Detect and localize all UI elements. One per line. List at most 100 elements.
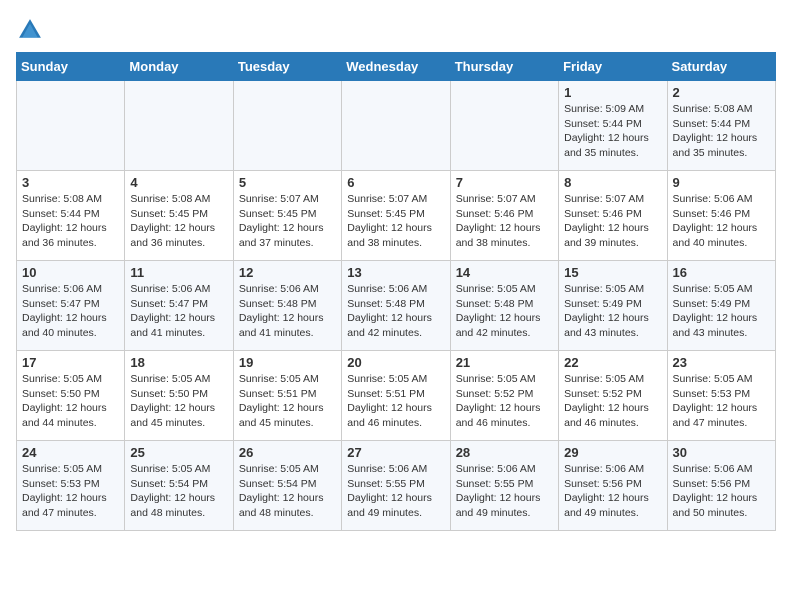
calendar-cell: 14Sunrise: 5:05 AM Sunset: 5:48 PM Dayli… [450, 261, 558, 351]
calendar-cell: 8 Sunrise: 5:07 AM Sunset: 5:46 PM Daylig… [559, 171, 667, 261]
day-number: 17 [22, 355, 119, 370]
day-number: 24 [22, 445, 119, 460]
weekday-header-thursday: Thursday [450, 53, 558, 81]
calendar-cell: 22 Sunrise: 5:05 AM Sunset: 5:52 PM Dayli… [559, 351, 667, 441]
calendar-cell [450, 81, 558, 171]
calendar-cell: 15 Sunrise: 5:05 AM Sunset: 5:49 PM Dayli… [559, 261, 667, 351]
day-number: 28 [456, 445, 553, 460]
day-info: Sunrise: 5:05 AM Sunset: 5:51 PM Dayligh… [239, 372, 336, 431]
calendar-body: 1 Sunrise: 5:09 AM Sunset: 5:44 PM Daylig… [17, 81, 776, 531]
calendar-cell: 6 Sunrise: 5:07 AM Sunset: 5:45 PM Daylig… [342, 171, 450, 261]
day-info: Sunrise: 5:05 AM Sunset: 5:49 PM Dayligh… [564, 282, 661, 341]
day-number: 4 [130, 175, 227, 190]
day-info: Sunrise: 5:07 AM Sunset: 5:45 PM Dayligh… [239, 192, 336, 251]
calendar-cell: 11 Sunrise: 5:06 AM Sunset: 5:47 PM Dayli… [125, 261, 233, 351]
day-info: Sunrise: 5:08 AM Sunset: 5:44 PM Dayligh… [22, 192, 119, 251]
calendar-cell: 24 Sunrise: 5:05 AM Sunset: 5:53 PM Dayli… [17, 441, 125, 531]
day-number: 15 [564, 265, 661, 280]
calendar-cell: 17 Sunrise: 5:05 AM Sunset: 5:50 PM Dayli… [17, 351, 125, 441]
day-number: 1 [564, 85, 661, 100]
day-number: 8 [564, 175, 661, 190]
day-info: Sunrise: 5:05 AM Sunset: 5:51 PM Dayligh… [347, 372, 444, 431]
weekday-header-wednesday: Wednesday [342, 53, 450, 81]
day-number: 2 [673, 85, 770, 100]
weekday-header-friday: Friday [559, 53, 667, 81]
day-number: 25 [130, 445, 227, 460]
calendar-cell: 3 Sunrise: 5:08 AM Sunset: 5:44 PM Daylig… [17, 171, 125, 261]
day-number: 23 [673, 355, 770, 370]
calendar-cell: 16 Sunrise: 5:05 AM Sunset: 5:49 PM Dayli… [667, 261, 775, 351]
calendar-cell: 29 Sunrise: 5:06 AM Sunset: 5:56 PM Dayli… [559, 441, 667, 531]
day-number: 21 [456, 355, 553, 370]
day-info: Sunrise: 5:05 AM Sunset: 5:49 PM Dayligh… [673, 282, 770, 341]
calendar-cell: 10Sunrise: 5:06 AM Sunset: 5:47 PM Dayli… [17, 261, 125, 351]
calendar-cell: 1 Sunrise: 5:09 AM Sunset: 5:44 PM Daylig… [559, 81, 667, 171]
calendar-cell: 2 Sunrise: 5:08 AM Sunset: 5:44 PM Daylig… [667, 81, 775, 171]
day-info: Sunrise: 5:08 AM Sunset: 5:45 PM Dayligh… [130, 192, 227, 251]
calendar-cell: 7 Sunrise: 5:07 AM Sunset: 5:46 PM Daylig… [450, 171, 558, 261]
page-header [16, 16, 776, 44]
day-number: 22 [564, 355, 661, 370]
day-number: 6 [347, 175, 444, 190]
day-number: 14 [456, 265, 553, 280]
calendar-cell: 12 Sunrise: 5:06 AM Sunset: 5:48 PM Dayli… [233, 261, 341, 351]
weekday-header-monday: Monday [125, 53, 233, 81]
day-number: 12 [239, 265, 336, 280]
calendar-cell [233, 81, 341, 171]
calendar-cell [125, 81, 233, 171]
day-info: Sunrise: 5:06 AM Sunset: 5:56 PM Dayligh… [673, 462, 770, 521]
day-info: Sunrise: 5:06 AM Sunset: 5:55 PM Dayligh… [456, 462, 553, 521]
day-number: 26 [239, 445, 336, 460]
day-number: 3 [22, 175, 119, 190]
calendar-table: SundayMondayTuesdayWednesdayThursdayFrid… [16, 52, 776, 531]
calendar-week-1: 1 Sunrise: 5:09 AM Sunset: 5:44 PM Daylig… [17, 81, 776, 171]
calendar-cell: 23Sunrise: 5:05 AM Sunset: 5:53 PM Dayli… [667, 351, 775, 441]
day-info: Sunrise: 5:05 AM Sunset: 5:50 PM Dayligh… [130, 372, 227, 431]
day-number: 19 [239, 355, 336, 370]
day-number: 20 [347, 355, 444, 370]
logo-icon [16, 16, 44, 44]
day-number: 29 [564, 445, 661, 460]
weekday-header-sunday: Sunday [17, 53, 125, 81]
calendar-cell: 19 Sunrise: 5:05 AM Sunset: 5:51 PM Dayli… [233, 351, 341, 441]
day-number: 13 [347, 265, 444, 280]
day-info: Sunrise: 5:08 AM Sunset: 5:44 PM Dayligh… [673, 102, 770, 161]
calendar-week-2: 3 Sunrise: 5:08 AM Sunset: 5:44 PM Daylig… [17, 171, 776, 261]
calendar-cell: 20 Sunrise: 5:05 AM Sunset: 5:51 PM Dayli… [342, 351, 450, 441]
calendar-cell: 21Sunrise: 5:05 AM Sunset: 5:52 PM Dayli… [450, 351, 558, 441]
day-info: Sunrise: 5:07 AM Sunset: 5:45 PM Dayligh… [347, 192, 444, 251]
day-info: Sunrise: 5:09 AM Sunset: 5:44 PM Dayligh… [564, 102, 661, 161]
day-info: Sunrise: 5:07 AM Sunset: 5:46 PM Dayligh… [456, 192, 553, 251]
calendar-week-3: 10Sunrise: 5:06 AM Sunset: 5:47 PM Dayli… [17, 261, 776, 351]
calendar-cell: 30 Sunrise: 5:06 AM Sunset: 5:56 PM Dayli… [667, 441, 775, 531]
calendar-cell: 25Sunrise: 5:05 AM Sunset: 5:54 PM Dayli… [125, 441, 233, 531]
day-info: Sunrise: 5:06 AM Sunset: 5:48 PM Dayligh… [239, 282, 336, 341]
calendar-week-5: 24 Sunrise: 5:05 AM Sunset: 5:53 PM Dayli… [17, 441, 776, 531]
day-info: Sunrise: 5:05 AM Sunset: 5:50 PM Dayligh… [22, 372, 119, 431]
day-number: 7 [456, 175, 553, 190]
day-info: Sunrise: 5:06 AM Sunset: 5:46 PM Dayligh… [673, 192, 770, 251]
calendar-cell: 5 Sunrise: 5:07 AM Sunset: 5:45 PM Daylig… [233, 171, 341, 261]
day-info: Sunrise: 5:05 AM Sunset: 5:54 PM Dayligh… [239, 462, 336, 521]
day-info: Sunrise: 5:05 AM Sunset: 5:53 PM Dayligh… [22, 462, 119, 521]
day-info: Sunrise: 5:06 AM Sunset: 5:47 PM Dayligh… [130, 282, 227, 341]
weekday-header-tuesday: Tuesday [233, 53, 341, 81]
calendar-cell [342, 81, 450, 171]
day-info: Sunrise: 5:06 AM Sunset: 5:56 PM Dayligh… [564, 462, 661, 521]
calendar-cell: 27 Sunrise: 5:06 AM Sunset: 5:55 PM Dayli… [342, 441, 450, 531]
day-info: Sunrise: 5:05 AM Sunset: 5:52 PM Dayligh… [564, 372, 661, 431]
calendar-cell: 28 Sunrise: 5:06 AM Sunset: 5:55 PM Dayli… [450, 441, 558, 531]
day-number: 30 [673, 445, 770, 460]
day-info: Sunrise: 5:07 AM Sunset: 5:46 PM Dayligh… [564, 192, 661, 251]
day-info: Sunrise: 5:06 AM Sunset: 5:55 PM Dayligh… [347, 462, 444, 521]
weekday-header-saturday: Saturday [667, 53, 775, 81]
calendar-cell: 13Sunrise: 5:06 AM Sunset: 5:48 PM Dayli… [342, 261, 450, 351]
day-info: Sunrise: 5:06 AM Sunset: 5:47 PM Dayligh… [22, 282, 119, 341]
day-number: 16 [673, 265, 770, 280]
calendar-cell: 9Sunrise: 5:06 AM Sunset: 5:46 PM Daylig… [667, 171, 775, 261]
calendar-cell: 4 Sunrise: 5:08 AM Sunset: 5:45 PM Daylig… [125, 171, 233, 261]
day-number: 27 [347, 445, 444, 460]
calendar-cell [17, 81, 125, 171]
day-number: 11 [130, 265, 227, 280]
day-number: 5 [239, 175, 336, 190]
